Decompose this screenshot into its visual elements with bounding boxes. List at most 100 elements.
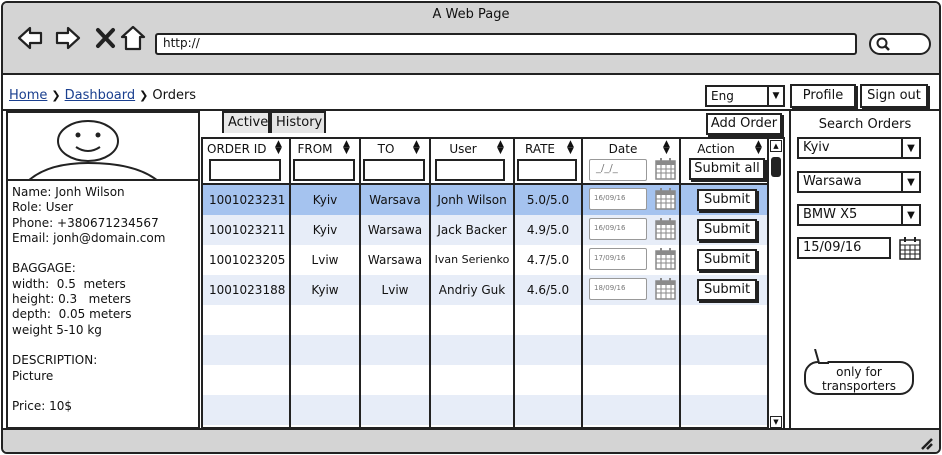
cell-order-id: 1001023231 — [209, 193, 286, 207]
from-city-select[interactable]: Kyiv ▼ — [797, 137, 921, 159]
table-row[interactable]: 1001023188 Kyiw Lviw Andriy Guk 4.6/5.0 … — [203, 275, 771, 305]
forward-icon[interactable] — [55, 25, 81, 51]
browser-chrome: A Web Page http:// — [3, 3, 939, 75]
resize-grip-icon[interactable] — [919, 436, 933, 450]
status-bar — [3, 428, 939, 452]
cell-rate: 5.0/5.0 — [526, 193, 570, 207]
header-action: Action — [697, 142, 735, 156]
cell-rate: 4.6/5.0 — [526, 283, 570, 297]
search-date-field[interactable]: 15/09/16 — [797, 237, 891, 259]
filter-rate[interactable] — [517, 159, 577, 181]
filter-order-id[interactable] — [209, 159, 281, 181]
language-select[interactable]: Eng ▼ — [705, 85, 785, 107]
header-order-id[interactable]: ORDER ID — [207, 142, 273, 156]
calendar-icon[interactable] — [655, 188, 676, 210]
cell-date-field[interactable]: 16/09/16 — [589, 188, 647, 210]
to-city-select[interactable]: Warsawa ▼ — [797, 171, 921, 193]
cell-date-field[interactable]: 18/09/16 — [589, 278, 647, 300]
home-icon[interactable] — [120, 25, 146, 51]
table-row[interactable]: 1001023211 Kyiv Warsawa Jack Backer 4.9/… — [203, 215, 771, 245]
scroll-up-icon[interactable]: ▲ — [770, 140, 782, 152]
sort-icon[interactable]: ▲ ▼ — [497, 140, 504, 156]
search-orders-title: Search Orders — [818, 117, 912, 132]
filter-to[interactable] — [363, 159, 425, 181]
vehicle-value: BMW X5 — [803, 207, 858, 222]
cell-user: Andriy Guk — [438, 283, 506, 297]
cell-user: Jack Backer — [437, 223, 507, 237]
vehicle-select[interactable]: BMW X5 ▼ — [797, 204, 921, 226]
to-city-value: Warsawa — [803, 174, 862, 189]
profile-button[interactable]: Profile — [790, 84, 856, 108]
calendar-icon[interactable] — [899, 236, 921, 260]
header-from[interactable]: FROM — [293, 142, 337, 156]
add-order-button[interactable]: Add Order — [706, 113, 782, 135]
table-row[interactable]: 1001023205 Lviw Warsawa Ivan Serienko 4.… — [203, 245, 771, 275]
tab-history[interactable]: History — [270, 111, 326, 133]
chevron-down-icon: ▼ — [901, 173, 919, 191]
table-scrollbar[interactable]: ▲ ▼ — [767, 139, 783, 429]
stop-icon[interactable] — [93, 25, 119, 51]
scroll-down-icon[interactable]: ▼ — [770, 416, 782, 428]
sign-out-button[interactable]: Sign out — [860, 84, 928, 108]
calendar-icon[interactable] — [655, 158, 676, 180]
breadcrumb-dashboard-link[interactable]: Dashboard — [65, 88, 136, 103]
cell-order-id: 1001023211 — [209, 223, 286, 237]
submit-button[interactable]: Submit — [697, 189, 757, 211]
browser-search[interactable] — [869, 33, 931, 55]
cell-rate: 4.9/5.0 — [526, 223, 570, 237]
sort-icon[interactable]: ▲ ▼ — [413, 140, 420, 156]
from-city-value: Kyiv — [803, 140, 830, 155]
cell-from: Kyiw — [311, 283, 339, 297]
sort-icon[interactable]: ▲ ▼ — [275, 140, 282, 156]
sort-icon[interactable]: ▲ ▼ — [567, 140, 574, 156]
right-panel-divider — [789, 111, 791, 431]
header-to[interactable]: TO — [363, 142, 409, 156]
orders-table: ORDER ID ▲ ▼ FROM ▲ ▼ TO ▲ ▼ User ▲ ▼ RATE ▲… — [201, 137, 785, 429]
sort-icon[interactable]: ▲ ▼ — [343, 140, 350, 156]
header-date[interactable]: Date — [585, 142, 661, 156]
chevron-right-icon: ❯ — [51, 89, 61, 102]
submit-button[interactable]: Submit — [697, 219, 757, 241]
table-row[interactable]: 1001023231 Kyiv Warsava Jonh Wilson 5.0/… — [203, 185, 771, 215]
cell-user: Ivan Serienko — [434, 253, 510, 266]
submit-button[interactable]: Submit — [697, 249, 757, 271]
cell-rate: 4.7/5.0 — [526, 253, 570, 267]
cell-date-field[interactable]: 16/09/16 — [589, 218, 647, 240]
header-user[interactable]: User — [433, 142, 493, 156]
search-icon — [876, 37, 890, 51]
tab-active[interactable]: Active — [222, 111, 270, 133]
address-bar[interactable]: http:// — [155, 33, 857, 55]
window-title: A Web Page — [432, 7, 510, 22]
browser-window: A Web Page http:// Home ❯ Dashboard ❯ Orders… — [1, 1, 941, 454]
breadcrumb-home-link[interactable]: Home — [9, 88, 47, 103]
cell-to: Lviw — [381, 283, 409, 297]
cell-to: Warsava — [369, 193, 421, 207]
back-icon[interactable] — [17, 25, 43, 51]
header-rate[interactable]: RATE — [517, 142, 563, 156]
cell-order-id: 1001023188 — [209, 283, 286, 297]
submit-button[interactable]: Submit — [697, 279, 757, 301]
user-details: Name: Jonh Wilson Role: User Phone: +380… — [12, 185, 166, 414]
bubble-tail — [814, 349, 829, 364]
language-value: Eng — [711, 89, 734, 103]
chevron-right-icon: ❯ — [139, 89, 149, 102]
filter-date[interactable]: _/_/_ — [589, 159, 647, 181]
calendar-icon[interactable] — [655, 218, 676, 240]
cell-order-id: 1001023205 — [209, 253, 286, 267]
chevron-down-icon: ▼ — [767, 87, 783, 105]
submit-all-button[interactable]: Submit all — [689, 158, 765, 180]
sort-icon[interactable]: ▲ ▼ — [755, 140, 762, 156]
calendar-icon[interactable] — [655, 248, 676, 270]
chevron-down-icon: ▼ — [901, 206, 919, 224]
avatar — [8, 113, 198, 181]
cell-from: Lviw — [311, 253, 339, 267]
cell-date-field[interactable]: 17/09/16 — [589, 248, 647, 270]
filter-from[interactable] — [293, 159, 355, 181]
calendar-icon[interactable] — [655, 278, 676, 300]
breadcrumb-current: Orders — [152, 88, 197, 103]
user-panel: Name: Jonh Wilson Role: User Phone: +380… — [6, 111, 200, 429]
filter-user[interactable] — [435, 159, 505, 181]
sort-icon[interactable]: ▲ ▼ — [663, 140, 670, 156]
scroll-thumb[interactable] — [771, 157, 781, 177]
cell-to: Warsawa — [367, 223, 423, 237]
